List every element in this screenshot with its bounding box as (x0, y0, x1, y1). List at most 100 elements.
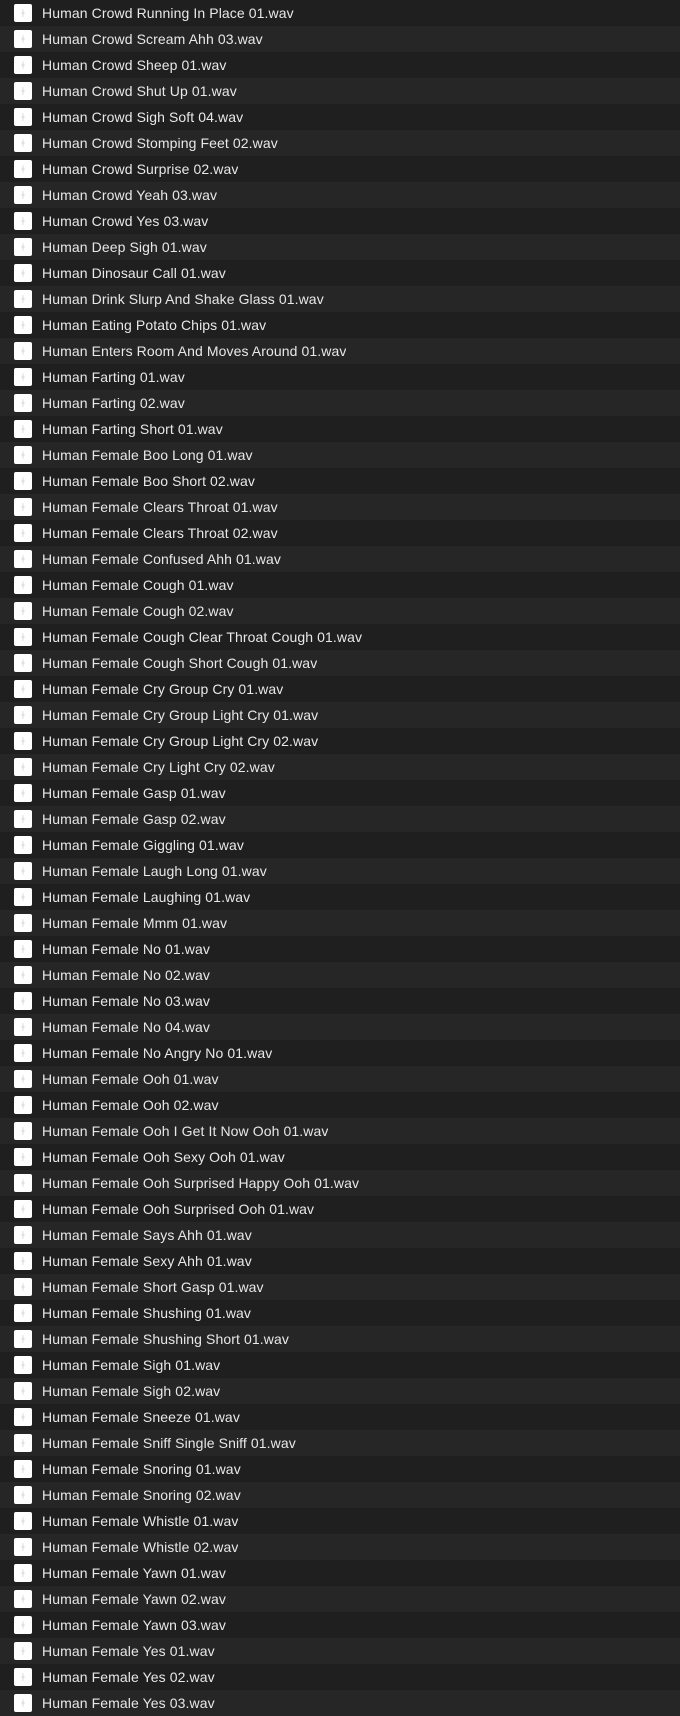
file-row[interactable]: Human Female Sneeze 01.wav (0, 1404, 680, 1430)
audio-file-icon (14, 160, 32, 178)
file-row[interactable]: Human Crowd Surprise 02.wav (0, 156, 680, 182)
file-row[interactable]: Human Crowd Running In Place 01.wav (0, 0, 680, 26)
audio-file-icon (14, 1226, 32, 1244)
file-row[interactable]: Human Female Laughing 01.wav (0, 884, 680, 910)
file-row[interactable]: Human Female No Angry No 01.wav (0, 1040, 680, 1066)
file-name: Human Female Cry Group Cry 01.wav (42, 681, 283, 697)
file-row[interactable]: Human Female Sniff Single Sniff 01.wav (0, 1430, 680, 1456)
file-row[interactable]: Human Female Sexy Ahh 01.wav (0, 1248, 680, 1274)
file-row[interactable]: Human Female Yawn 02.wav (0, 1586, 680, 1612)
file-row[interactable]: Human Female Shushing Short 01.wav (0, 1326, 680, 1352)
file-row[interactable]: Human Female Snoring 01.wav (0, 1456, 680, 1482)
file-row[interactable]: Human Female Boo Long 01.wav (0, 442, 680, 468)
file-name: Human Female No 01.wav (42, 941, 210, 957)
file-row[interactable]: Human Female No 01.wav (0, 936, 680, 962)
file-row[interactable]: Human Farting Short 01.wav (0, 416, 680, 442)
file-row[interactable]: Human Female Cry Group Light Cry 02.wav (0, 728, 680, 754)
file-row[interactable]: Human Female Giggling 01.wav (0, 832, 680, 858)
file-name: Human Female Yawn 01.wav (42, 1565, 226, 1581)
file-row[interactable]: Human Female Ooh Surprised Ooh 01.wav (0, 1196, 680, 1222)
file-row[interactable]: Human Female Cry Group Light Cry 01.wav (0, 702, 680, 728)
file-name: Human Female Boo Short 02.wav (42, 473, 255, 489)
file-name: Human Female Laugh Long 01.wav (42, 863, 267, 879)
file-row[interactable]: Human Crowd Sigh Soft 04.wav (0, 104, 680, 130)
file-row[interactable]: Human Female No 02.wav (0, 962, 680, 988)
audio-file-icon (14, 628, 32, 646)
file-row[interactable]: Human Female Yes 01.wav (0, 1638, 680, 1664)
file-row[interactable]: Human Female Ooh 02.wav (0, 1092, 680, 1118)
file-row[interactable]: Human Female No 03.wav (0, 988, 680, 1014)
file-row[interactable]: Human Female Snoring 02.wav (0, 1482, 680, 1508)
file-name: Human Female Whistle 01.wav (42, 1513, 238, 1529)
file-row[interactable]: Human Female Laugh Long 01.wav (0, 858, 680, 884)
file-row[interactable]: Human Female Yawn 03.wav (0, 1612, 680, 1638)
file-name: Human Female Confused Ahh 01.wav (42, 551, 281, 567)
file-row[interactable]: Human Female Sigh 02.wav (0, 1378, 680, 1404)
file-row[interactable]: Human Female Gasp 01.wav (0, 780, 680, 806)
file-row[interactable]: Human Female Cry Group Cry 01.wav (0, 676, 680, 702)
file-name: Human Drink Slurp And Shake Glass 01.wav (42, 291, 324, 307)
file-row[interactable]: Human Female Cough 02.wav (0, 598, 680, 624)
file-row[interactable]: Human Female Whistle 01.wav (0, 1508, 680, 1534)
file-row[interactable]: Human Female Cough Clear Throat Cough 01… (0, 624, 680, 650)
file-name: Human Female Yawn 03.wav (42, 1617, 226, 1633)
file-row[interactable]: Human Female Cry Light Cry 02.wav (0, 754, 680, 780)
audio-file-icon (14, 914, 32, 932)
file-row[interactable]: Human Crowd Stomping Feet 02.wav (0, 130, 680, 156)
file-name: Human Female No 02.wav (42, 967, 210, 983)
file-row[interactable]: Human Female Short Gasp 01.wav (0, 1274, 680, 1300)
file-row[interactable]: Human Female Confused Ahh 01.wav (0, 546, 680, 572)
file-row[interactable]: Human Female Yawn 01.wav (0, 1560, 680, 1586)
audio-file-icon (14, 1200, 32, 1218)
audio-file-icon (14, 862, 32, 880)
file-row[interactable]: Human Crowd Sheep 01.wav (0, 52, 680, 78)
file-row[interactable]: Human Farting 01.wav (0, 364, 680, 390)
file-row[interactable]: Human Farting 02.wav (0, 390, 680, 416)
file-name: Human Female Sigh 01.wav (42, 1357, 220, 1373)
file-row[interactable]: Human Deep Sigh 01.wav (0, 234, 680, 260)
file-row[interactable]: Human Female No 04.wav (0, 1014, 680, 1040)
file-row[interactable]: Human Enters Room And Moves Around 01.wa… (0, 338, 680, 364)
file-row[interactable]: Human Female Clears Throat 01.wav (0, 494, 680, 520)
file-row[interactable]: Human Dinosaur Call 01.wav (0, 260, 680, 286)
file-row[interactable]: Human Female Cough Short Cough 01.wav (0, 650, 680, 676)
file-row[interactable]: Human Female Says Ahh 01.wav (0, 1222, 680, 1248)
file-row[interactable]: Human Female Ooh Sexy Ooh 01.wav (0, 1144, 680, 1170)
file-row[interactable]: Human Female Ooh 01.wav (0, 1066, 680, 1092)
file-row[interactable]: Human Female Clears Throat 02.wav (0, 520, 680, 546)
file-row[interactable]: Human Female Ooh I Get It Now Ooh 01.wav (0, 1118, 680, 1144)
audio-file-icon (14, 1252, 32, 1270)
file-name: Human Female Cough 01.wav (42, 577, 234, 593)
file-name: Human Crowd Yes 03.wav (42, 213, 208, 229)
audio-file-icon (14, 82, 32, 100)
file-row[interactable]: Human Crowd Yes 03.wav (0, 208, 680, 234)
file-name: Human Female Yes 02.wav (42, 1669, 215, 1685)
file-row[interactable]: Human Female Yes 03.wav (0, 1690, 680, 1716)
file-row[interactable]: Human Drink Slurp And Shake Glass 01.wav (0, 286, 680, 312)
audio-file-icon (14, 1616, 32, 1634)
file-row[interactable]: Human Female Cough 01.wav (0, 572, 680, 598)
file-row[interactable]: Human Female Sigh 01.wav (0, 1352, 680, 1378)
file-row[interactable]: Human Eating Potato Chips 01.wav (0, 312, 680, 338)
audio-file-icon (14, 654, 32, 672)
file-name: Human Female Ooh Surprised Happy Ooh 01.… (42, 1175, 359, 1191)
file-row[interactable]: Human Female Gasp 02.wav (0, 806, 680, 832)
file-row[interactable]: Human Female Mmm 01.wav (0, 910, 680, 936)
file-name: Human Female Yes 01.wav (42, 1643, 215, 1659)
file-row[interactable]: Human Female Yes 02.wav (0, 1664, 680, 1690)
audio-file-icon (14, 56, 32, 74)
file-row[interactable]: Human Female Shushing 01.wav (0, 1300, 680, 1326)
audio-file-icon (14, 1460, 32, 1478)
file-row[interactable]: Human Female Ooh Surprised Happy Ooh 01.… (0, 1170, 680, 1196)
file-row[interactable]: Human Crowd Shut Up 01.wav (0, 78, 680, 104)
file-name: Human Female Clears Throat 01.wav (42, 499, 278, 515)
file-name: Human Crowd Sheep 01.wav (42, 57, 227, 73)
file-row[interactable]: Human Female Whistle 02.wav (0, 1534, 680, 1560)
file-name: Human Female Cough Short Cough 01.wav (42, 655, 317, 671)
file-row[interactable]: Human Crowd Scream Ahh 03.wav (0, 26, 680, 52)
file-name: Human Female Cough Clear Throat Cough 01… (42, 629, 362, 645)
file-name: Human Eating Potato Chips 01.wav (42, 317, 266, 333)
file-row[interactable]: Human Female Boo Short 02.wav (0, 468, 680, 494)
file-name: Human Female Whistle 02.wav (42, 1539, 238, 1555)
file-row[interactable]: Human Crowd Yeah 03.wav (0, 182, 680, 208)
